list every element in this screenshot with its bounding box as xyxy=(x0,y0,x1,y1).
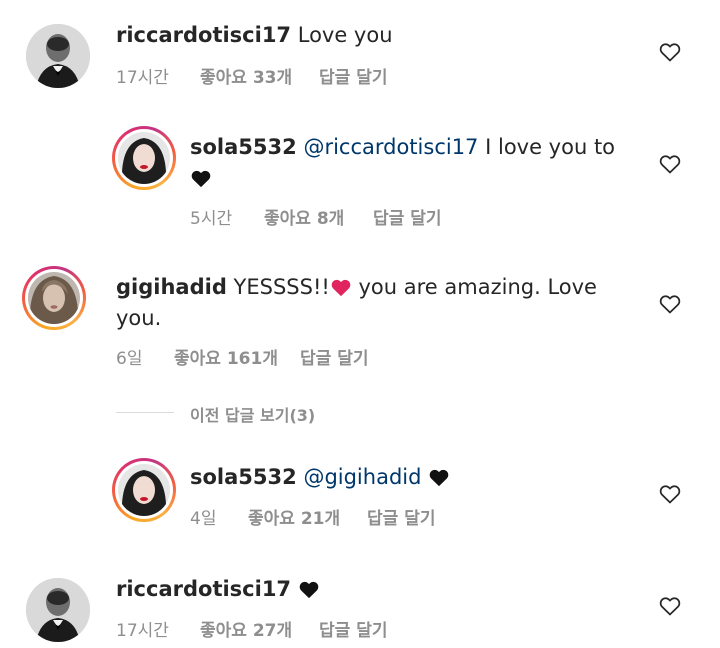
likes-count[interactable]: 좋아요 27개 xyxy=(200,616,292,641)
comment-body: I love you to xyxy=(485,135,616,159)
comment-gigihadid: gigihadid YESSSS!! you are amazing. Love… xyxy=(0,260,720,380)
timestamp[interactable]: 6일 xyxy=(116,344,142,369)
timestamp[interactable]: 4일 xyxy=(190,504,216,529)
mention-link[interactable]: @gigihadid xyxy=(303,465,421,489)
avatar[interactable] xyxy=(26,24,90,88)
username[interactable]: sola5532 xyxy=(190,135,297,159)
reply-button[interactable]: 답글 달기 xyxy=(319,616,387,641)
username[interactable]: sola5532 xyxy=(190,465,297,489)
reply-button[interactable]: 답글 달기 xyxy=(319,63,387,88)
comment-riccardotisci17-1: riccardotisci17 Love you 17시간 좋아요 33개 답글… xyxy=(0,0,720,100)
comment-text: sola5532 @riccardotisci17 I love you to xyxy=(190,132,630,194)
reply-button[interactable]: 답글 달기 xyxy=(300,344,368,369)
timestamp[interactable]: 5시간 xyxy=(190,204,232,229)
reply-sola5532-1: sola5532 @riccardotisci17 I love you to … xyxy=(0,120,720,235)
likes-count[interactable]: 좋아요 21개 xyxy=(248,504,340,529)
comment-text: sola5532 @gigihadid xyxy=(190,462,630,493)
username[interactable]: riccardotisci17 xyxy=(116,23,291,47)
likes-count[interactable]: 좋아요 33개 xyxy=(200,63,292,88)
view-previous-replies-button[interactable]: 이전 답글 보기(3) xyxy=(190,402,315,426)
comment-meta: 6일 좋아요 161개 답글 달기 xyxy=(116,344,516,369)
comment-text: riccardotisci17 Love you xyxy=(116,20,616,51)
heart-outline-icon[interactable] xyxy=(658,594,682,618)
replies-divider xyxy=(116,412,174,413)
comment-body-end: you are amazing. Love xyxy=(358,275,597,299)
avatar[interactable] xyxy=(26,578,90,642)
mention-link[interactable]: @riccardotisci17 xyxy=(303,135,478,159)
red-heart-icon xyxy=(331,279,351,297)
comment-body: Love you xyxy=(297,23,393,47)
comment-body-start: YESSSS!! xyxy=(233,275,330,299)
reply-button[interactable]: 답글 달기 xyxy=(373,204,441,229)
black-heart-icon xyxy=(429,469,449,487)
comment-meta: 5시간 좋아요 8개 답글 달기 xyxy=(190,204,590,229)
reply-sola5532-2: sola5532 @gigihadid 4일 좋아요 21개 답글 달기 xyxy=(0,454,720,544)
comment-meta: 17시간 좋아요 33개 답글 달기 xyxy=(116,63,516,88)
avatar[interactable] xyxy=(112,126,176,190)
heart-outline-icon[interactable] xyxy=(658,292,682,316)
heart-outline-icon[interactable] xyxy=(658,482,682,506)
comment-meta: 4일 좋아요 21개 답글 달기 xyxy=(190,504,590,529)
black-heart-icon xyxy=(299,581,319,599)
comment-body-line2: you. xyxy=(116,306,162,330)
heart-outline-icon[interactable] xyxy=(658,40,682,64)
heart-outline-icon[interactable] xyxy=(658,152,682,176)
avatar[interactable] xyxy=(22,266,86,330)
username[interactable]: gigihadid xyxy=(116,275,227,299)
comment-riccardotisci17-2: riccardotisci17 17시간 좋아요 27개 답글 달기 xyxy=(0,564,720,648)
comment-text: gigihadid YESSSS!! you are amazing. Love… xyxy=(116,272,636,334)
likes-count[interactable]: 좋아요 161개 xyxy=(174,344,278,369)
username[interactable]: riccardotisci17 xyxy=(116,577,291,601)
comment-meta: 17시간 좋아요 27개 답글 달기 xyxy=(116,616,516,641)
avatar[interactable] xyxy=(112,458,176,522)
timestamp[interactable]: 17시간 xyxy=(116,63,169,88)
likes-count[interactable]: 좋아요 8개 xyxy=(264,204,344,229)
comment-text: riccardotisci17 xyxy=(116,574,616,605)
reply-button[interactable]: 답글 달기 xyxy=(367,504,435,529)
timestamp[interactable]: 17시간 xyxy=(116,616,169,641)
black-heart-icon xyxy=(191,170,211,188)
